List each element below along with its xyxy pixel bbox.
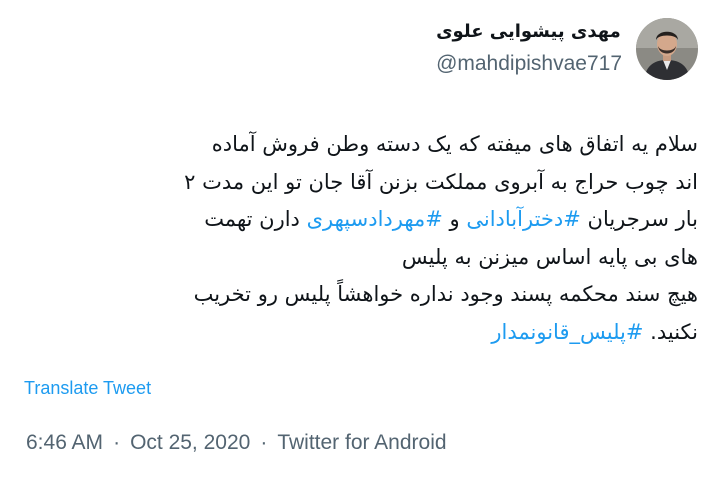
text-segment: دارن تهمت <box>204 207 307 231</box>
text-segment: و <box>442 207 467 231</box>
tweet-header: مهدی پیشوایی علوی @mahdipishvae717 <box>436 18 698 80</box>
hashtag-link[interactable]: #پلیس_قانونمدار <box>491 320 643 344</box>
tweet-date[interactable]: Oct 25, 2020 <box>130 431 250 455</box>
tweet-line: نکنید. #پلیس_قانونمدار <box>12 314 698 352</box>
tweet-line: هیچ سند محکمه پسند وجود نداره خواهشاً پل… <box>193 282 698 306</box>
text-segment: بار سرجریان <box>580 207 698 231</box>
tweet-text: سلام یه اتفاق های میفته که یک دسته وطن ف… <box>12 126 698 351</box>
separator: · <box>260 431 268 454</box>
hashtag-link[interactable]: #مهردادسپهری <box>307 207 443 231</box>
display-name[interactable]: مهدی پیشوایی علوی <box>436 20 621 44</box>
profile-photo <box>636 18 698 80</box>
avatar[interactable] <box>636 18 698 80</box>
separator: · <box>113 431 121 454</box>
tweet-time[interactable]: 6:46 AM <box>26 431 103 455</box>
tweet-line: های بی پایه اساس میزنن به پلیس <box>401 244 698 269</box>
hashtag-link[interactable]: #دخترآبادانی <box>466 207 580 231</box>
user-names: مهدی پیشوایی علوی @mahdipishvae717 <box>436 20 622 78</box>
tweet-metadata: 6:46 AM · Oct 25, 2020 · Twitter for And… <box>26 431 447 455</box>
translate-tweet-link[interactable]: Translate Tweet <box>24 378 151 399</box>
tweet-line: سلام یه اتفاق های میفته که یک دسته وطن ف… <box>211 132 698 156</box>
tweet-line: اند چوب حراج به آبروی مملکت بزنن آقا جان… <box>184 169 698 194</box>
tweet-line: بار سرجریان #دخترآبادانی و #مهردادسپهری … <box>12 201 698 239</box>
text-segment: نکنید. <box>643 319 698 344</box>
tweet-source[interactable]: Twitter for Android <box>277 431 446 455</box>
user-handle[interactable]: @mahdipishvae717 <box>436 50 622 78</box>
